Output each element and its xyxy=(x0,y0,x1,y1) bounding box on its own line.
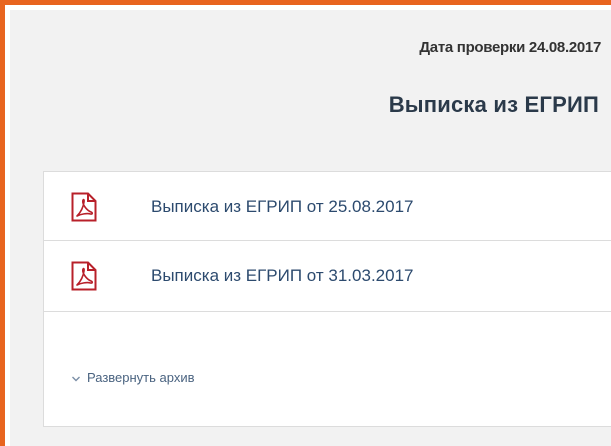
pdf-icon xyxy=(71,261,97,291)
document-link[interactable]: Выписка из ЕГРИП от 31.03.2017 xyxy=(151,266,413,286)
extract-panel: Дата проверки 24.08.2017 Выписка из ЕГРИ… xyxy=(10,10,611,446)
chevron-down-icon xyxy=(72,376,80,382)
check-date: Дата проверки 24.08.2017 xyxy=(419,39,601,56)
pdf-icon xyxy=(71,192,97,222)
document-link[interactable]: Выписка из ЕГРИП от 25.08.2017 xyxy=(151,197,413,217)
document-row[interactable]: Выписка из ЕГРИП от 31.03.2017 xyxy=(44,241,611,312)
document-row[interactable]: Выписка из ЕГРИП от 25.08.2017 xyxy=(44,172,611,241)
documents-list: Выписка из ЕГРИП от 25.08.2017 Выписка и… xyxy=(43,171,611,427)
expand-archive-label[interactable]: Развернуть архив xyxy=(87,370,195,385)
highlight-frame: Дата проверки 24.08.2017 Выписка из ЕГРИ… xyxy=(0,0,611,446)
expand-archive-toggle[interactable]: Развернуть архив xyxy=(71,370,195,385)
section-title: Выписка из ЕГРИП xyxy=(388,92,599,117)
